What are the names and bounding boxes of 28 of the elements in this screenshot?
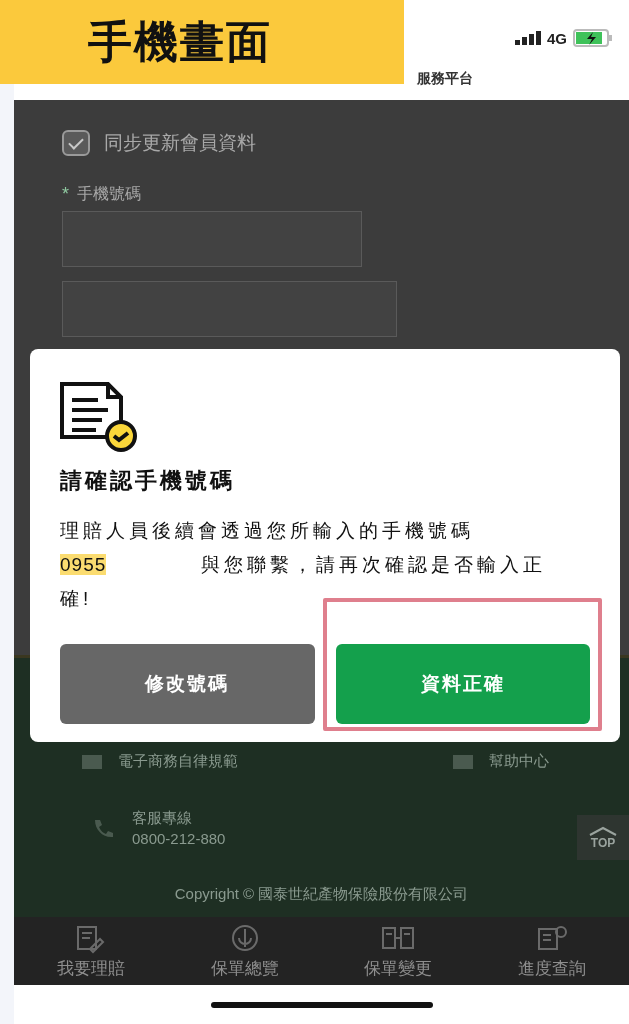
banner-title: 手機畫面 (88, 15, 272, 68)
input-field[interactable] (62, 211, 362, 267)
nav-tab[interactable]: 進度查詢 (475, 917, 629, 985)
footer-link[interactable]: 電子商務自律規範 (118, 752, 238, 771)
dialog-message: 理賠人員後續會透過您所輸入的手機號碼 0955 與您聯繫，請再次確認是否輸入正確! (60, 519, 548, 611)
nav-tab[interactable]: 保單變更 (321, 917, 476, 985)
hotline-label: 客服專線 (132, 809, 193, 828)
nav-tab[interactable]: 保單總覽 (167, 917, 322, 985)
edit-button[interactable]: 修改號碼 (60, 644, 315, 724)
signal-icon (515, 31, 541, 45)
back-to-top-button[interactable]: TOP (577, 815, 629, 860)
footer-link[interactable]: 幫助中心 (489, 752, 549, 771)
field-label: 手機號碼 (77, 184, 141, 204)
checkbox[interactable] (62, 130, 90, 156)
chevron-up-icon (588, 825, 618, 836)
copyright-text: Copyright © 國泰世紀產物保險股份有限公司 (173, 885, 470, 904)
phone-icon (92, 818, 114, 838)
dialog-title: 請確認手機號碼 (60, 467, 236, 495)
required-mark: * (62, 184, 69, 205)
battery-icon (573, 29, 613, 47)
hotline-number[interactable]: 0800-212-880 (132, 830, 226, 847)
header-title: 服務平台 (417, 70, 473, 88)
checkbox-label: 同步更新會員資料 (104, 131, 256, 155)
home-indicator[interactable] (210, 1001, 433, 1008)
network-label: 4G (547, 29, 567, 47)
confirm-button[interactable]: 資料正確 (335, 644, 590, 724)
input-field[interactable] (62, 281, 397, 337)
nav-tab[interactable]: 我要理賠 (14, 917, 168, 985)
